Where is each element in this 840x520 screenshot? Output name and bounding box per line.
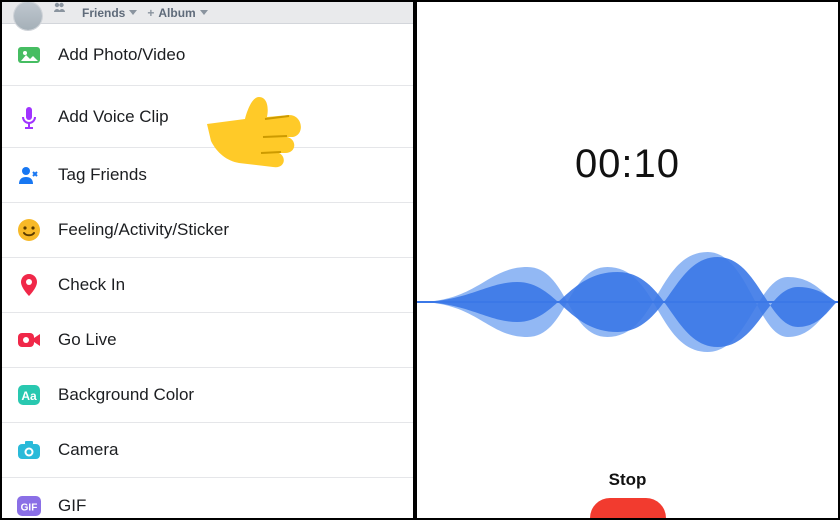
option-feeling-activity-sticker[interactable]: Feeling/Activity/Sticker: [2, 203, 413, 258]
gif-icon: GIF: [16, 493, 42, 519]
chevron-down-icon: [129, 10, 137, 15]
plus-icon: +: [147, 6, 154, 20]
option-add-voice-clip[interactable]: Add Voice Clip: [2, 86, 413, 148]
background-color-icon: Aa: [16, 382, 42, 408]
friends-dropdown[interactable]: Friends: [52, 2, 137, 26]
camera-icon: [16, 437, 42, 463]
option-label: Tag Friends: [58, 165, 399, 185]
option-label: GIF: [58, 496, 399, 516]
option-label: Go Live: [58, 330, 399, 350]
friends-icon: [52, 2, 78, 26]
svg-text:GIF: GIF: [21, 502, 38, 513]
option-label: Check In: [58, 275, 399, 295]
photo-video-icon: [16, 42, 42, 68]
option-background-color[interactable]: Aa Background Color: [2, 368, 413, 423]
smiley-icon: [16, 217, 42, 243]
voice-recorder-panel: 00:10 Stop: [417, 2, 838, 518]
audio-waveform-icon: [417, 242, 838, 362]
svg-text:Aa: Aa: [21, 389, 37, 403]
option-camera[interactable]: Camera: [2, 423, 413, 478]
compose-options-panel: Friends + Album Add Photo/Video: [2, 2, 417, 518]
chevron-down-icon: [200, 10, 208, 15]
microphone-icon: [16, 104, 42, 130]
recording-timer: 00:10: [575, 142, 680, 187]
option-check-in[interactable]: Check In: [2, 258, 413, 313]
album-dropdown[interactable]: + Album: [147, 6, 207, 20]
option-label: Camera: [58, 440, 399, 460]
option-go-live[interactable]: Go Live: [2, 313, 413, 368]
option-label: Background Color: [58, 385, 399, 405]
stop-label: Stop: [609, 470, 647, 490]
album-label: Album: [158, 6, 195, 20]
option-label: Feeling/Activity/Sticker: [58, 220, 399, 240]
option-label: Add Voice Clip: [58, 107, 399, 127]
stop-recording-button[interactable]: [590, 498, 666, 518]
live-video-icon: [16, 327, 42, 353]
option-tag-friends[interactable]: Tag Friends: [2, 148, 413, 203]
friends-label: Friends: [82, 6, 125, 20]
option-add-photo-video[interactable]: Add Photo/Video: [2, 24, 413, 86]
tag-friends-icon: [16, 162, 42, 188]
option-label: Add Photo/Video: [58, 45, 399, 65]
compose-options-list: Add Photo/Video Add Voice Clip Tag Frien…: [2, 24, 413, 518]
compose-topbar: Friends + Album: [2, 2, 413, 24]
option-gif[interactable]: GIF GIF: [2, 478, 413, 518]
location-pin-icon: [16, 272, 42, 298]
